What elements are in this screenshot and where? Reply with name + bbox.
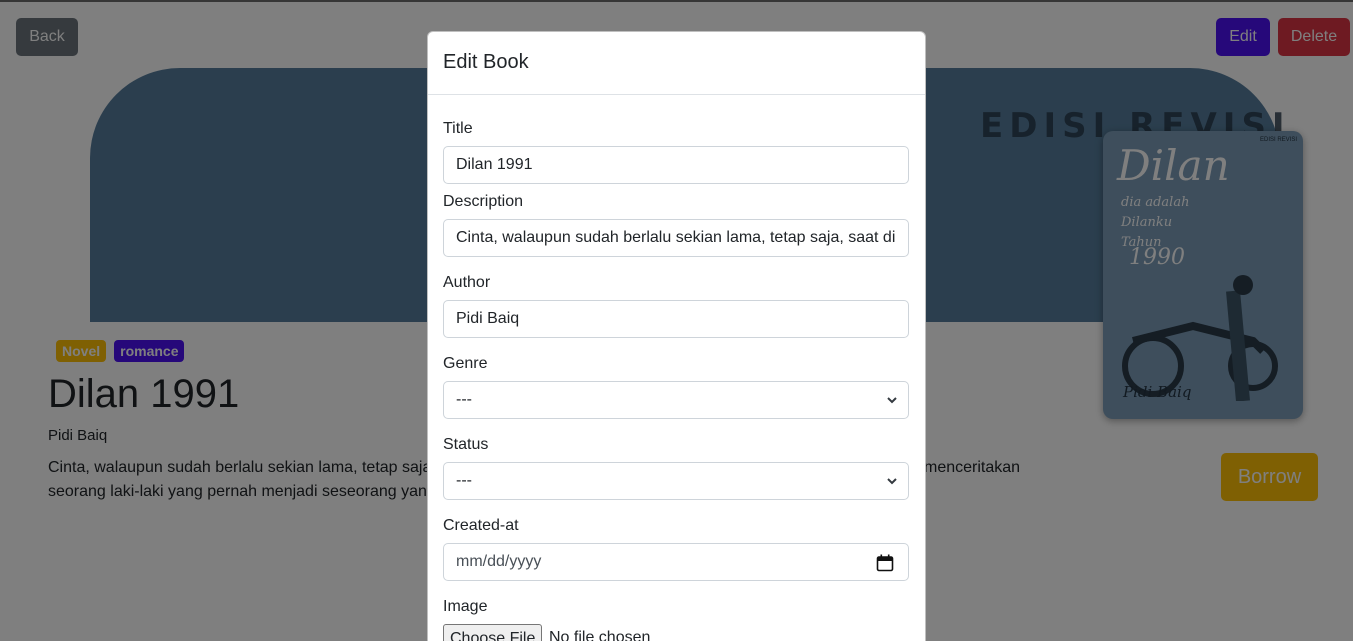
title-input[interactable]: Dilan 1991: [443, 146, 909, 184]
status-select[interactable]: ---: [443, 462, 909, 500]
modal-header: Edit Book: [428, 32, 925, 95]
chevron-down-icon: [887, 478, 897, 485]
description-label: Description: [443, 193, 524, 210]
created-at-input[interactable]: mm/dd/yyyy: [443, 543, 909, 581]
calendar-icon[interactable]: [876, 554, 894, 572]
file-status-text: No file chosen: [549, 629, 651, 641]
choose-file-button[interactable]: Choose File: [443, 624, 543, 641]
genre-label: Genre: [443, 355, 488, 372]
status-select-value: ---: [456, 472, 472, 489]
author-label: Author: [443, 274, 491, 291]
image-label: Image: [443, 598, 488, 615]
date-placeholder: mm/dd/yyyy: [456, 553, 542, 570]
description-input[interactable]: Cinta, walaupun sudah berlalu sekian lam…: [443, 219, 909, 257]
genre-select-value: ---: [456, 391, 472, 408]
chevron-down-icon: [887, 397, 897, 404]
status-label: Status: [443, 436, 489, 453]
edit-book-modal: Edit Book Title Dilan 1991 Description C…: [427, 31, 926, 641]
title-label: Title: [443, 120, 473, 137]
created-at-label: Created-at: [443, 517, 519, 534]
modal-title: Edit Book: [443, 51, 529, 73]
author-input[interactable]: Pidi Baiq: [443, 300, 909, 338]
genre-select[interactable]: ---: [443, 381, 909, 419]
